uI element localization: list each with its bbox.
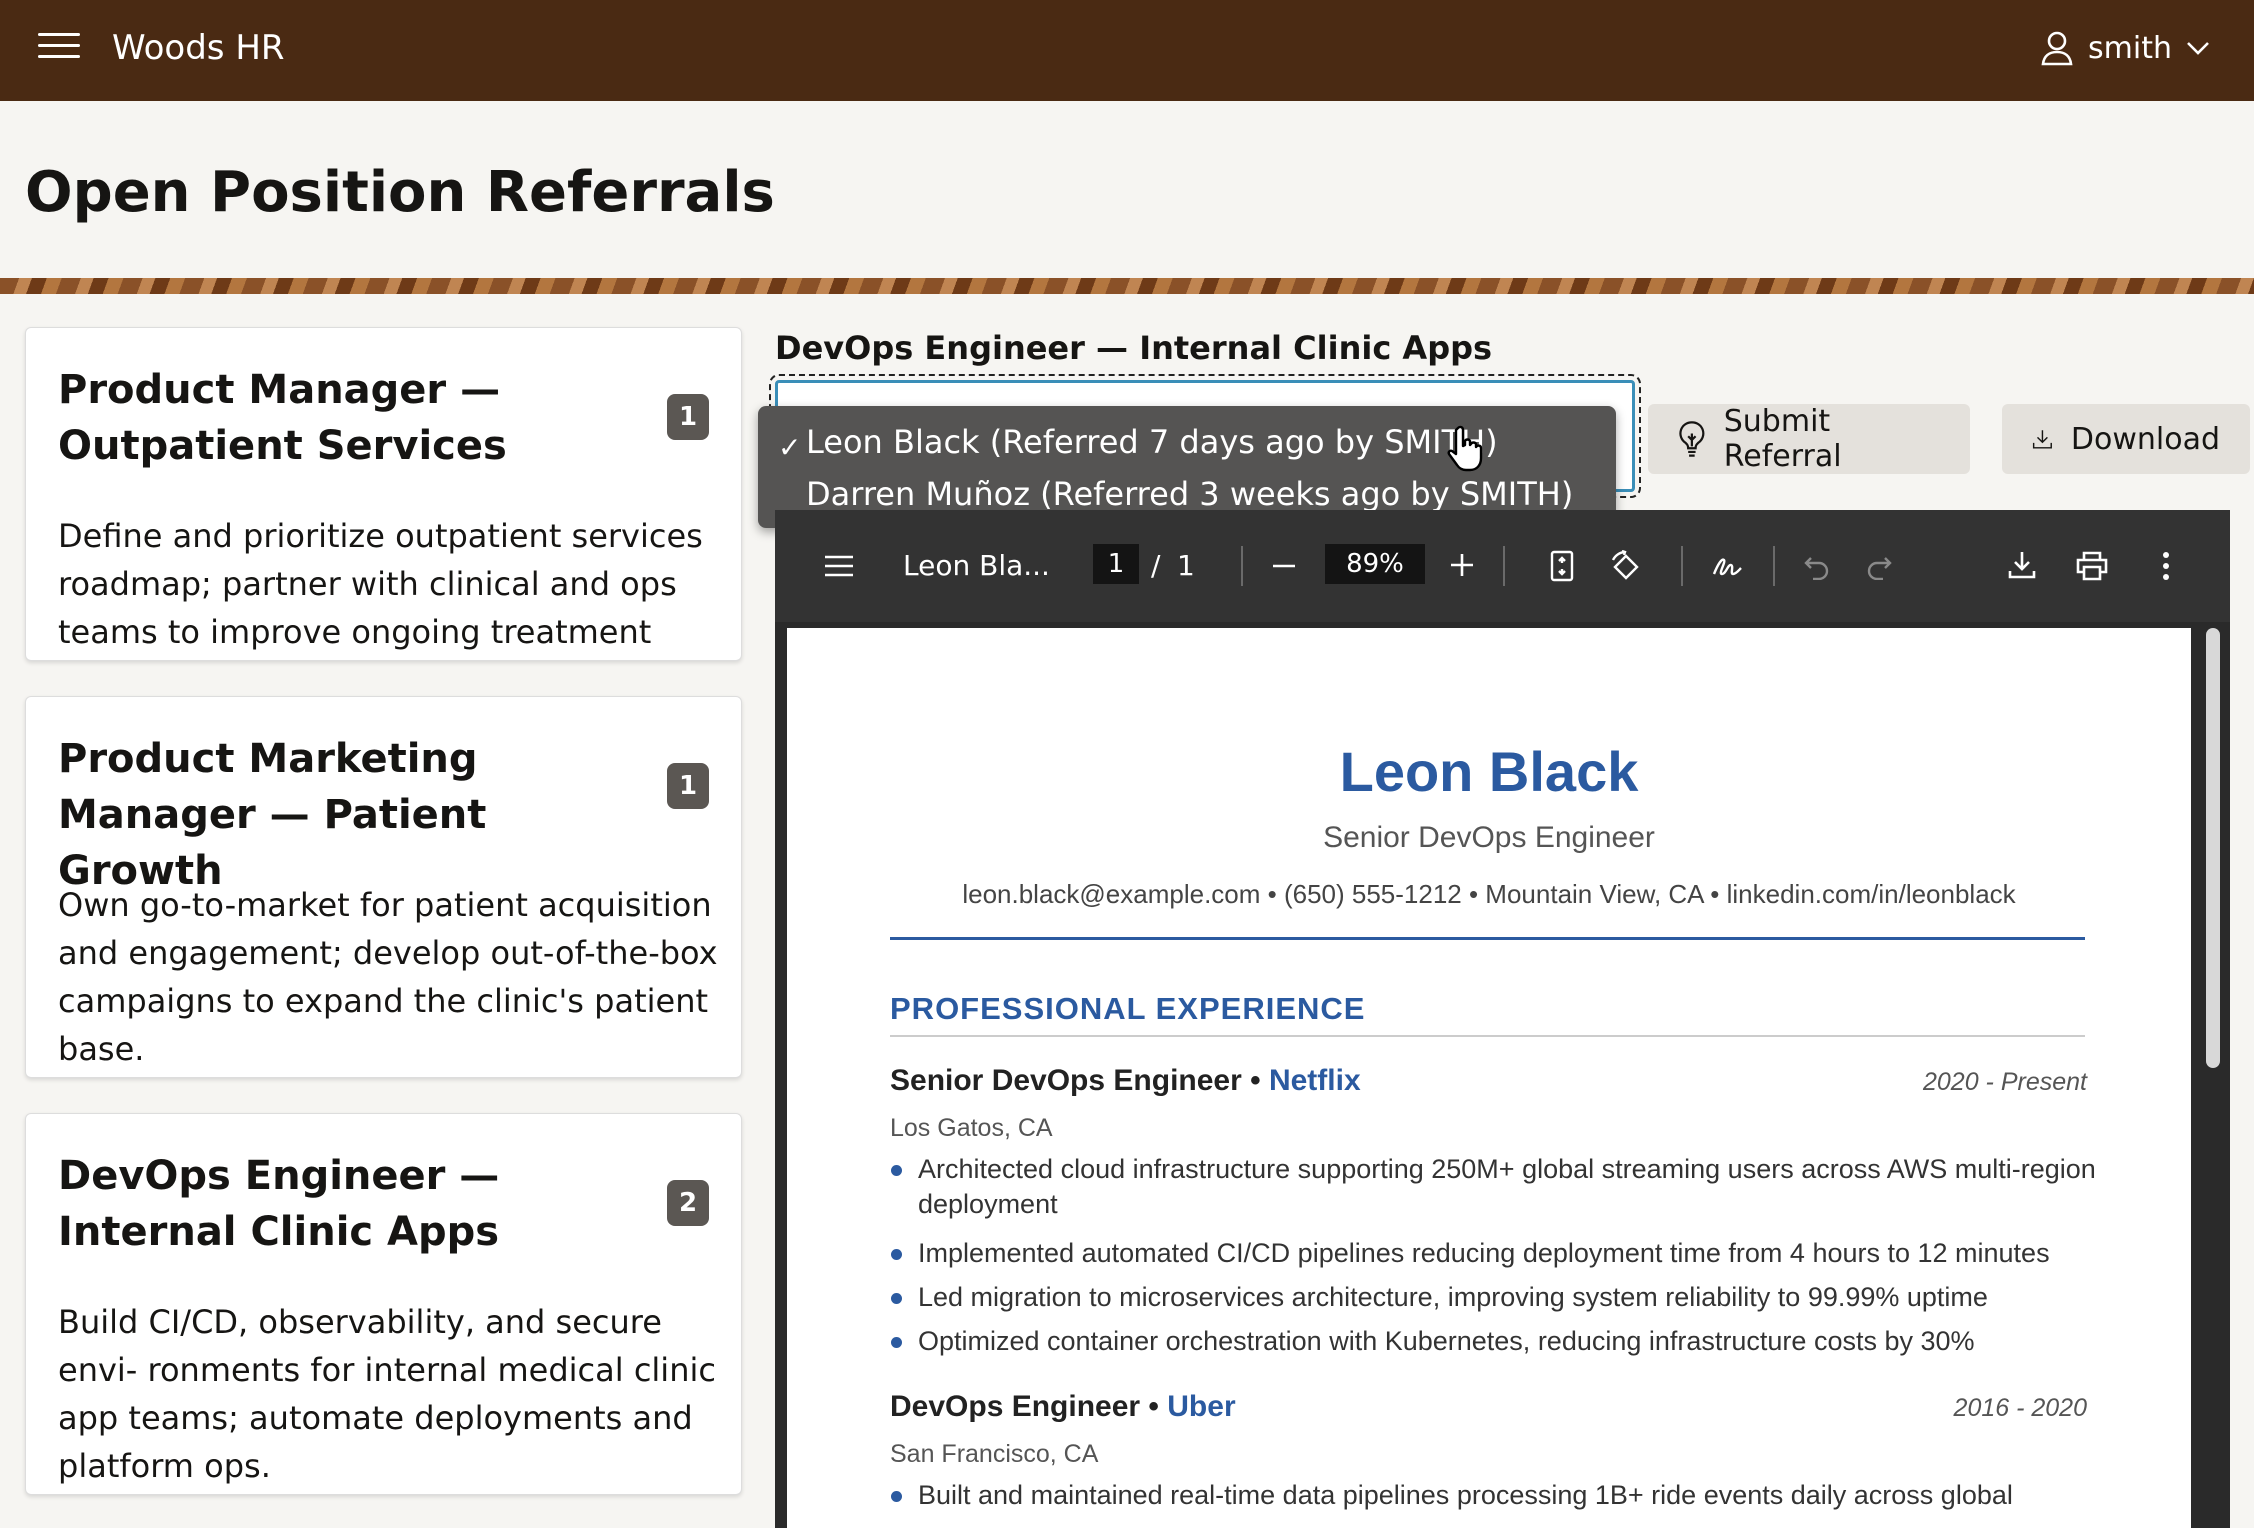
job-dates: 2016 - 2020 bbox=[1953, 1394, 2087, 1422]
position-title: DevOps Engineer — Internal Clinic Apps bbox=[58, 1153, 500, 1255]
username-label: smith bbox=[2088, 30, 2172, 66]
toolbar-divider bbox=[1681, 546, 1683, 586]
user-menu[interactable]: smith bbox=[2040, 26, 2210, 70]
decorative-pattern-band bbox=[0, 278, 2254, 294]
selected-position-title: DevOps Engineer — Internal Clinic Apps bbox=[775, 329, 1493, 367]
job-role: Senior DevOps Engineer • bbox=[890, 1064, 1261, 1097]
app-header: Woods HR smith bbox=[0, 0, 2254, 101]
resume-headline: Senior DevOps Engineer bbox=[1323, 821, 1655, 854]
submit-referral-button[interactable]: Submit Referral bbox=[1648, 404, 1970, 474]
page-title: Open Position Referrals bbox=[25, 160, 775, 225]
job-dates: 2020 - Present bbox=[1923, 1068, 2087, 1096]
referral-count-badge: 1 bbox=[667, 763, 709, 809]
pdf-scrollbar[interactable] bbox=[2206, 628, 2220, 1068]
resume-name: Leon Black bbox=[1339, 740, 1639, 803]
submit-referral-label: Submit Referral bbox=[1723, 404, 1842, 474]
user-icon bbox=[2041, 31, 2073, 66]
referral-count-badge: 2 bbox=[667, 1180, 709, 1226]
job-bullet: Optimized container orchestration with K… bbox=[891, 1324, 2098, 1359]
lightbulb-icon bbox=[1679, 421, 1705, 457]
referral-count-badge: 1 bbox=[667, 394, 709, 440]
divider bbox=[890, 1035, 2085, 1037]
position-description: Build CI/CD, observability, and secure e… bbox=[58, 1303, 716, 1485]
zoom-out-icon[interactable] bbox=[1271, 554, 1297, 578]
pdf-page-separator: / bbox=[1151, 549, 1161, 582]
download-label: Download bbox=[2070, 421, 2220, 457]
job-bullet: Implemented automated CI/CD pipelines re… bbox=[891, 1236, 2098, 1271]
job-title: Senior DevOps Engineer • Netflix bbox=[890, 1062, 1361, 1100]
divider bbox=[890, 937, 2085, 940]
pdf-file-name: Leon Bla... bbox=[903, 549, 1050, 582]
job-bullet: Led migration to microservices architect… bbox=[891, 1280, 2098, 1315]
chevron-down-icon bbox=[2187, 42, 2209, 55]
pdf-zoom-input[interactable]: 89% bbox=[1325, 544, 1425, 584]
zoom-in-icon[interactable] bbox=[1449, 552, 1475, 578]
job-location: Los Gatos, CA bbox=[890, 1114, 1053, 1142]
toolbar-divider bbox=[1241, 546, 1243, 586]
pdf-download-icon[interactable] bbox=[2007, 550, 2037, 580]
selected-check-icon: ✓ bbox=[778, 431, 802, 464]
toolbar-divider bbox=[1503, 546, 1505, 586]
annotate-icon[interactable] bbox=[1711, 552, 1745, 582]
position-card[interactable]: DevOps Engineer — Internal Clinic Apps 2… bbox=[25, 1113, 742, 1495]
job-location: San Francisco, CA bbox=[890, 1440, 1099, 1468]
pdf-menu-icon[interactable] bbox=[823, 554, 855, 578]
hamburger-menu-icon[interactable] bbox=[38, 33, 80, 59]
job-title: DevOps Engineer • Uber bbox=[890, 1388, 1236, 1426]
hand-cursor-icon bbox=[1447, 425, 1483, 472]
pdf-page-total: 1 bbox=[1177, 549, 1195, 582]
section-heading: PROFESSIONAL EXPERIENCE bbox=[890, 991, 1366, 1026]
pdf-page-input[interactable]: 1 bbox=[1093, 544, 1139, 584]
position-description: Own go-to-market for patient acquisition… bbox=[58, 886, 718, 1068]
job-bullet: Built and maintained real-time data pipe… bbox=[891, 1478, 2098, 1513]
position-title: Product Manager — Outpatient Services bbox=[58, 367, 507, 469]
job-role: DevOps Engineer • bbox=[890, 1390, 1159, 1423]
toolbar-divider bbox=[1773, 546, 1775, 586]
download-icon bbox=[2032, 430, 2052, 449]
app-title[interactable]: Woods HR bbox=[112, 26, 285, 70]
rotate-icon[interactable] bbox=[1609, 550, 1643, 584]
dropdown-option[interactable]: Leon Black (Referred 7 days ago by SMITH… bbox=[806, 420, 1498, 464]
pdf-viewer-toolbar: Leon Bla... 1 / 1 89% bbox=[775, 510, 2230, 622]
position-title: Product Marketing Manager — Patient Grow… bbox=[58, 736, 487, 894]
job-bullet: Architected cloud infrastructure support… bbox=[891, 1152, 2098, 1222]
undo-icon[interactable] bbox=[1803, 554, 1831, 580]
resume-contact: leon.black@example.com • (650) 555-1212 … bbox=[962, 879, 2016, 909]
job-company: Uber bbox=[1167, 1390, 1236, 1423]
redo-icon[interactable] bbox=[1865, 554, 1893, 580]
print-icon[interactable] bbox=[2075, 550, 2109, 582]
job-company: Netflix bbox=[1268, 1064, 1361, 1097]
pdf-page: Leon Black Senior DevOps Engineer leon.b… bbox=[787, 628, 2191, 1528]
position-card[interactable]: Product Marketing Manager — Patient Grow… bbox=[25, 696, 742, 1078]
fit-page-icon[interactable] bbox=[1549, 550, 1575, 582]
position-card[interactable]: Product Manager — Outpatient Services 1 … bbox=[25, 327, 742, 661]
more-options-icon[interactable] bbox=[2161, 550, 2171, 582]
position-description: Define and prioritize outpatient service… bbox=[58, 517, 703, 651]
download-button[interactable]: Download bbox=[2002, 404, 2250, 474]
